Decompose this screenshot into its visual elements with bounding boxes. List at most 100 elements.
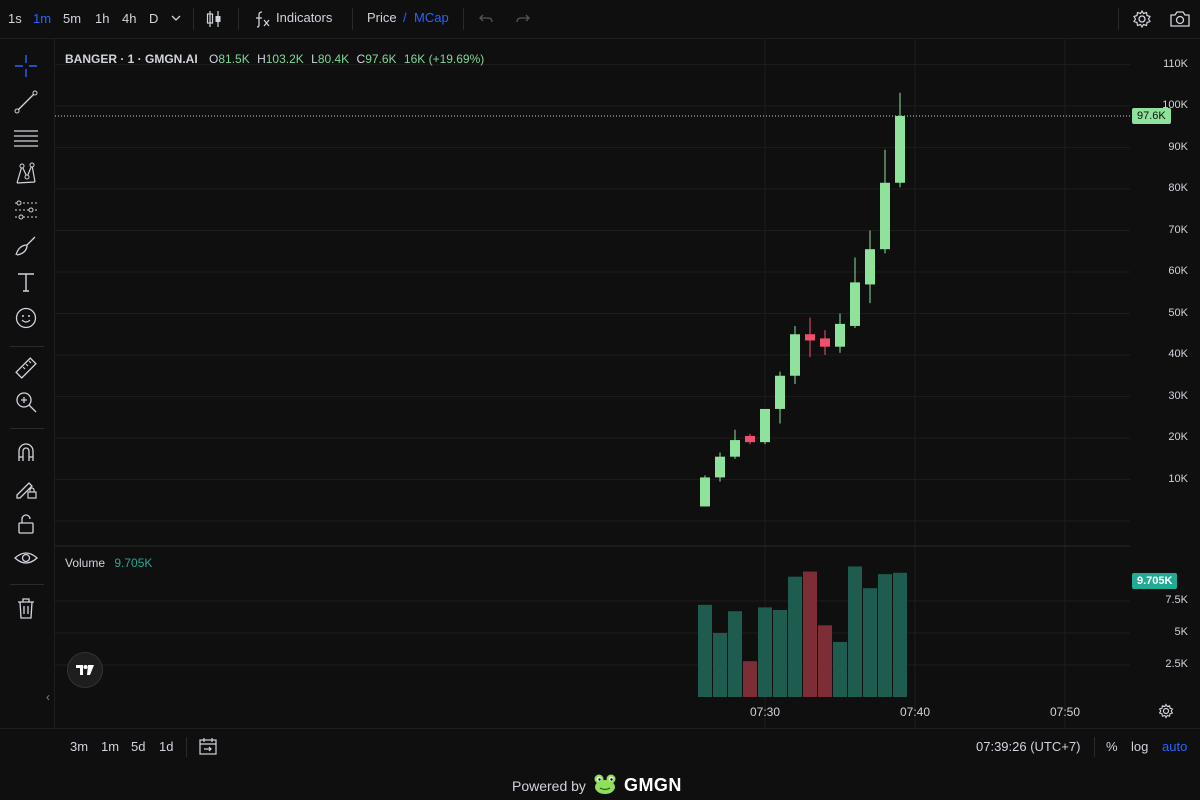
close-key: C xyxy=(356,52,366,66)
high-key: H xyxy=(257,52,266,66)
current-volume-tag: 9.705K xyxy=(1132,572,1178,589)
clock-display[interactable]: 07:39:26 (UTC+7) xyxy=(976,739,1080,754)
volume-bar xyxy=(893,572,907,697)
range-5d[interactable]: 5d xyxy=(131,739,145,754)
indicators-button[interactable]: Indicators xyxy=(276,10,332,25)
volume-value: 9.705K xyxy=(114,556,153,570)
trash-icon[interactable] xyxy=(12,594,40,622)
volume-axis-label: 5K xyxy=(1174,626,1188,638)
volume-bar xyxy=(803,571,817,697)
candle-body xyxy=(730,440,740,457)
timeframe-4h[interactable]: 4h xyxy=(122,11,136,26)
volume-bar xyxy=(878,574,892,697)
indicators-fx-icon[interactable] xyxy=(252,9,272,32)
camera-icon[interactable] xyxy=(1169,9,1191,32)
timeframe-5m[interactable]: 5m xyxy=(63,11,81,26)
gmgn-frog-logo-icon xyxy=(592,773,618,798)
price-axis-label: 30K xyxy=(1168,389,1188,402)
volume-label[interactable]: Volume xyxy=(65,556,105,570)
price-toggle[interactable]: Price xyxy=(367,10,397,25)
horizontal-lines-icon[interactable] xyxy=(12,124,40,152)
volume-legend: Volume 9.705K xyxy=(65,556,152,570)
chart-canvas[interactable] xyxy=(55,38,1130,728)
timeframe-1s[interactable]: 1s xyxy=(8,11,22,26)
toolbar-divider xyxy=(238,8,239,30)
chevron-down-icon[interactable] xyxy=(170,12,182,27)
low-key: L xyxy=(311,52,318,66)
top-toolbar: 1s 1m 5m 1h 4h D Indicators Price / MCap xyxy=(0,0,1200,39)
timeframe-1m[interactable]: 1m xyxy=(33,11,51,26)
fib-channel-icon[interactable] xyxy=(12,196,40,224)
mcap-toggle[interactable]: MCap xyxy=(414,10,449,25)
emoji-icon[interactable] xyxy=(12,304,40,332)
magnet-icon[interactable] xyxy=(12,438,40,466)
volume-bar xyxy=(698,604,712,697)
price-axis-label: 40K xyxy=(1168,348,1188,360)
range-1m[interactable]: 1m xyxy=(101,739,119,754)
candle-body xyxy=(760,408,770,443)
timeframe-1h[interactable]: 1h xyxy=(95,11,109,26)
collapse-toolbar-icon[interactable]: ‹ xyxy=(46,690,50,704)
price-axis-label: 110K xyxy=(1163,57,1188,70)
toolbar-divider xyxy=(10,584,44,585)
volume-bar xyxy=(758,607,772,697)
log-toggle[interactable]: log xyxy=(1131,739,1148,754)
ruler-icon[interactable] xyxy=(12,354,40,382)
toolbar-divider xyxy=(463,8,464,30)
price-axis-label: 60K xyxy=(1168,265,1188,277)
zoom-in-icon[interactable] xyxy=(12,388,40,416)
price-axis-label: 70K xyxy=(1168,223,1188,236)
axis-settings-icon[interactable] xyxy=(1158,703,1174,722)
crosshair-icon[interactable] xyxy=(12,52,40,80)
toolbar-divider xyxy=(1094,737,1095,757)
candle-body xyxy=(880,182,890,250)
volume-axis-label: 7.5K xyxy=(1165,594,1188,606)
candle-body xyxy=(865,249,875,285)
candle-body xyxy=(820,338,830,347)
powered-by-text: Powered by xyxy=(512,777,586,794)
time-axis-label: 07:30 xyxy=(749,705,781,719)
open-value: 81.5K xyxy=(218,52,250,66)
pattern-icon[interactable] xyxy=(12,160,40,188)
time-axis-label: 07:40 xyxy=(899,705,931,719)
auto-toggle[interactable]: auto xyxy=(1162,739,1187,754)
toolbar-divider xyxy=(352,8,353,30)
redo-icon[interactable] xyxy=(515,11,531,30)
symbol-label[interactable]: BANGER · 1 · GMGN.AI xyxy=(65,52,198,66)
price-axis-label: 90K xyxy=(1168,140,1188,153)
change-value: 16K (+19.69%) xyxy=(403,52,485,66)
lock-drawing-icon[interactable] xyxy=(12,474,40,502)
undo-icon[interactable] xyxy=(478,11,494,30)
gear-icon[interactable] xyxy=(1132,9,1152,32)
price-axis[interactable]: 110K 100K 90K 80K 70K 60K 50K 40K 30K 20K 10K 97.6… xyxy=(1130,38,1200,728)
current-price-tag: 97.6K xyxy=(1132,107,1171,124)
candle-body xyxy=(805,334,815,341)
toolbar-divider xyxy=(10,346,44,347)
drawing-toolbar: ‹ xyxy=(0,38,55,728)
chart-pane[interactable]: BANGER · 1 · GMGN.AI O81.5K H103.2K L80.… xyxy=(55,38,1130,728)
volume-bar xyxy=(743,661,757,697)
candlestick-series xyxy=(700,92,905,507)
toolbar-divider xyxy=(186,737,187,757)
low-value: 80.4K xyxy=(317,52,350,66)
candle-type-icon[interactable] xyxy=(204,9,224,32)
candle-body xyxy=(700,477,710,507)
gmgn-brand-text[interactable]: GMGN xyxy=(624,775,682,796)
time-axis-label: 07:50 xyxy=(1049,705,1081,719)
trend-line-icon[interactable] xyxy=(12,88,40,116)
toolbar-divider xyxy=(10,428,44,429)
range-3m[interactable]: 3m xyxy=(70,739,88,754)
text-icon[interactable] xyxy=(12,268,40,296)
timeframe-D[interactable]: D xyxy=(149,11,158,26)
eye-icon[interactable] xyxy=(12,544,40,572)
price-axis-label: 10K xyxy=(1168,472,1188,485)
goto-date-icon[interactable] xyxy=(198,736,218,759)
candle-body xyxy=(745,435,755,443)
tradingview-logo-icon[interactable] xyxy=(67,652,103,688)
brush-icon[interactable] xyxy=(12,232,40,260)
unlock-icon[interactable] xyxy=(12,510,40,538)
bottom-toolbar: 3m 1m 5d 1d 07:39:26 (UTC+7) % log auto xyxy=(0,728,1200,763)
volume-bar xyxy=(788,576,802,697)
percent-toggle[interactable]: % xyxy=(1106,739,1118,754)
range-1d[interactable]: 1d xyxy=(159,739,173,754)
